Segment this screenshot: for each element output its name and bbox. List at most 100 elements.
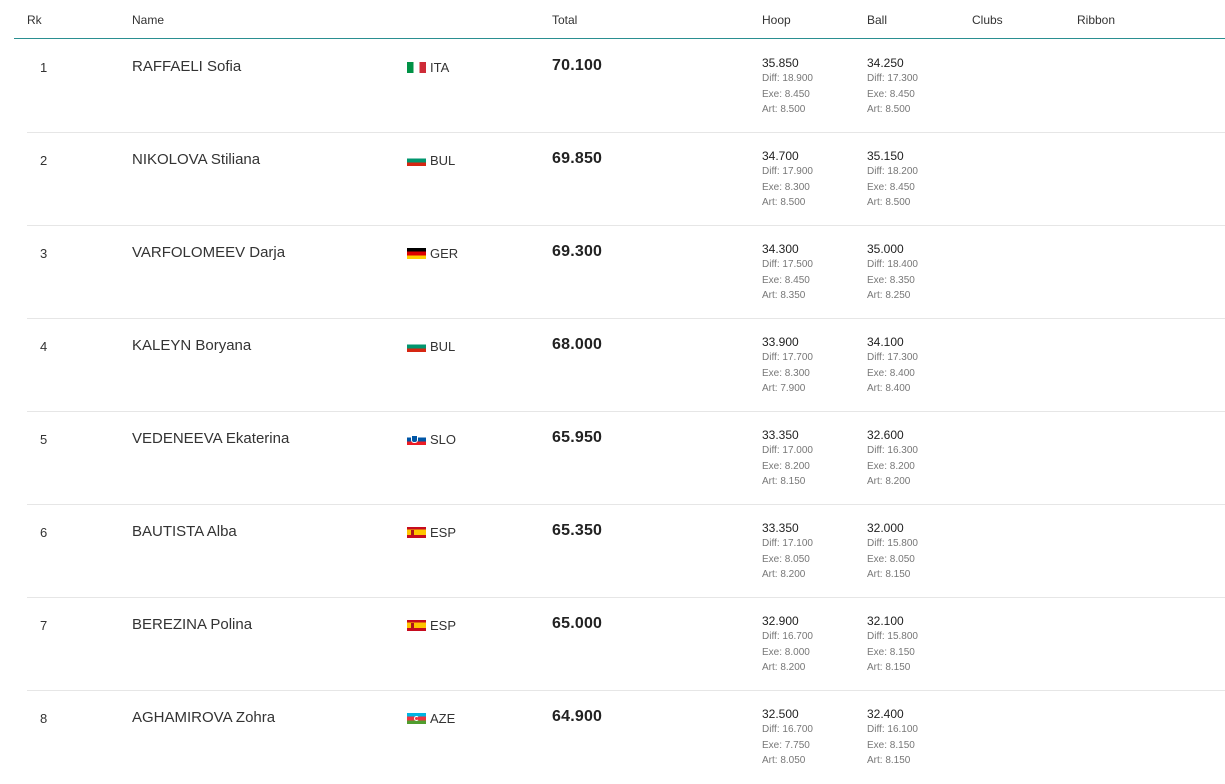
hoop-exe: Exe: 7.750 (762, 739, 810, 751)
column-header-name[interactable]: Name (132, 13, 164, 27)
ball-art: Art: 8.150 (867, 755, 911, 766)
nation-cell: ITA (407, 60, 449, 75)
column-header-total[interactable]: Total (552, 13, 577, 27)
nation-cell: ESP (407, 525, 456, 540)
ball-score: 32.100 (867, 614, 904, 628)
ball-score-cell: 34.100 Diff: 17.300 Exe: 8.400 Art: 8.40… (867, 334, 918, 397)
ball-score-cell: 32.000 Diff: 15.800 Exe: 8.050 Art: 8.15… (867, 520, 918, 583)
hoop-score-cell: 33.350 Diff: 17.100 Exe: 8.050 Art: 8.20… (762, 520, 813, 583)
ball-score-cell: 32.100 Diff: 15.800 Exe: 8.150 Art: 8.15… (867, 613, 918, 676)
rank-cell: 2 (40, 153, 48, 168)
ball-score: 32.600 (867, 428, 904, 442)
table-row[interactable]: 2 NIKOLOVA Stiliana BUL 69.850 34.700 Di… (27, 133, 1225, 226)
nation-code: BUL (430, 339, 456, 354)
athlete-name[interactable]: AGHAMIROVA Zohra (132, 709, 275, 726)
nation-cell: AZE (407, 711, 455, 726)
table-row[interactable]: 5 VEDENEEVA Ekaterina SLO 65.950 33.350 … (27, 412, 1225, 505)
hoop-score: 34.300 (762, 242, 799, 256)
ita-flag (407, 62, 426, 73)
hoop-art: Art: 8.500 (762, 104, 806, 115)
hoop-diff: Diff: 16.700 (762, 631, 813, 642)
column-header-ball[interactable]: Ball (867, 13, 887, 27)
hoop-art: Art: 8.500 (762, 197, 806, 208)
hoop-diff: Diff: 16.700 (762, 724, 813, 735)
hoop-score-cell: 33.350 Diff: 17.000 Exe: 8.200 Art: 8.15… (762, 427, 813, 490)
hoop-art: Art: 8.150 (762, 476, 806, 487)
table-row[interactable]: 3 VARFOLOMEEV Darja GER 69.300 34.300 Di… (27, 226, 1225, 319)
ball-score: 35.000 (867, 242, 904, 256)
hoop-art: Art: 8.200 (762, 569, 806, 580)
ball-exe: Exe: 8.450 (867, 88, 915, 100)
nation-code: BUL (430, 153, 456, 168)
results-table-body: 1 RAFFAELI Sofia ITA 70.100 35.850 Diff:… (0, 40, 1225, 784)
hoop-score-cell: 34.300 Diff: 17.500 Exe: 8.450 Art: 8.35… (762, 241, 813, 304)
hoop-art: Art: 8.050 (762, 755, 806, 766)
ball-exe: Exe: 8.200 (867, 460, 915, 472)
hoop-exe: Exe: 8.300 (762, 181, 810, 193)
column-header-clubs[interactable]: Clubs (972, 13, 1003, 27)
slo-flag (407, 434, 426, 445)
ball-score: 34.100 (867, 335, 904, 349)
athlete-name[interactable]: NIKOLOVA Stiliana (132, 151, 260, 168)
table-row[interactable]: 8 AGHAMIROVA Zohra AZE 64.900 32.500 Dif… (27, 691, 1225, 784)
bul-flag (407, 155, 426, 166)
ball-score: 34.250 (867, 56, 904, 70)
athlete-name[interactable]: VARFOLOMEEV Darja (132, 244, 285, 261)
total-score: 64.900 (552, 708, 603, 725)
ball-diff: Diff: 17.300 (867, 73, 918, 84)
ball-exe: Exe: 8.450 (867, 181, 915, 193)
column-header-ribbon[interactable]: Ribbon (1077, 13, 1115, 27)
ball-diff: Diff: 18.400 (867, 259, 918, 270)
hoop-score-cell: 35.850 Diff: 18.900 Exe: 8.450 Art: 8.50… (762, 55, 813, 118)
total-score: 65.950 (552, 429, 603, 446)
total-score: 65.000 (552, 615, 603, 632)
ball-art: Art: 8.150 (867, 662, 911, 673)
ball-exe: Exe: 8.400 (867, 367, 915, 379)
hoop-exe: Exe: 8.200 (762, 460, 810, 472)
hoop-score: 33.350 (762, 521, 799, 535)
hoop-diff: Diff: 17.500 (762, 259, 813, 270)
athlete-name[interactable]: RAFFAELI Sofia (132, 58, 241, 75)
ball-diff: Diff: 18.200 (867, 166, 918, 177)
table-row[interactable]: 7 BEREZINA Polina ESP 65.000 32.900 Diff… (27, 598, 1225, 691)
column-header-rk[interactable]: Rk (27, 13, 42, 27)
ball-art: Art: 8.500 (867, 197, 911, 208)
hoop-score: 32.500 (762, 707, 799, 721)
ball-art: Art: 8.500 (867, 104, 911, 115)
results-table-header: Rk Name Total Hoop Ball Clubs Ribbon (14, 0, 1225, 39)
hoop-art: Art: 7.900 (762, 383, 806, 394)
nation-cell: SLO (407, 432, 456, 447)
ball-diff: Diff: 16.300 (867, 445, 918, 456)
nation-cell: BUL (407, 339, 455, 354)
bul-flag (407, 341, 426, 352)
athlete-name[interactable]: KALEYN Boryana (132, 337, 251, 354)
table-row[interactable]: 4 KALEYN Boryana BUL 68.000 33.900 Diff:… (27, 319, 1225, 412)
esp-flag (407, 620, 426, 631)
slo-coat-of-arms-icon (411, 435, 418, 443)
ball-score-cell: 34.250 Diff: 17.300 Exe: 8.450 Art: 8.50… (867, 55, 918, 118)
ball-art: Art: 8.250 (867, 290, 911, 301)
hoop-score: 33.350 (762, 428, 799, 442)
rank-cell: 4 (40, 339, 48, 354)
table-row[interactable]: 6 BAUTISTA Alba ESP 65.350 33.350 Diff: … (27, 505, 1225, 598)
nation-code: ESP (430, 525, 457, 540)
athlete-name[interactable]: VEDENEEVA Ekaterina (132, 430, 289, 447)
hoop-diff: Diff: 17.000 (762, 445, 813, 456)
total-score: 69.850 (552, 150, 603, 167)
ball-diff: Diff: 15.800 (867, 538, 918, 549)
ball-score: 32.400 (867, 707, 904, 721)
ger-flag (407, 248, 426, 259)
ball-exe: Exe: 8.350 (867, 274, 915, 286)
table-row[interactable]: 1 RAFFAELI Sofia ITA 70.100 35.850 Diff:… (27, 40, 1225, 133)
hoop-diff: Diff: 18.900 (762, 73, 813, 84)
esp-coat-of-arms-icon (411, 530, 414, 535)
hoop-diff: Diff: 17.100 (762, 538, 813, 549)
athlete-name[interactable]: BAUTISTA Alba (132, 523, 237, 540)
rank-cell: 1 (40, 60, 48, 75)
nation-code: AZE (430, 711, 456, 726)
ball-score-cell: 32.600 Diff: 16.300 Exe: 8.200 Art: 8.20… (867, 427, 918, 490)
column-header-hoop[interactable]: Hoop (762, 13, 791, 27)
athlete-name[interactable]: BEREZINA Polina (132, 616, 252, 633)
rank-cell: 7 (40, 618, 48, 633)
ball-score: 35.150 (867, 149, 904, 163)
